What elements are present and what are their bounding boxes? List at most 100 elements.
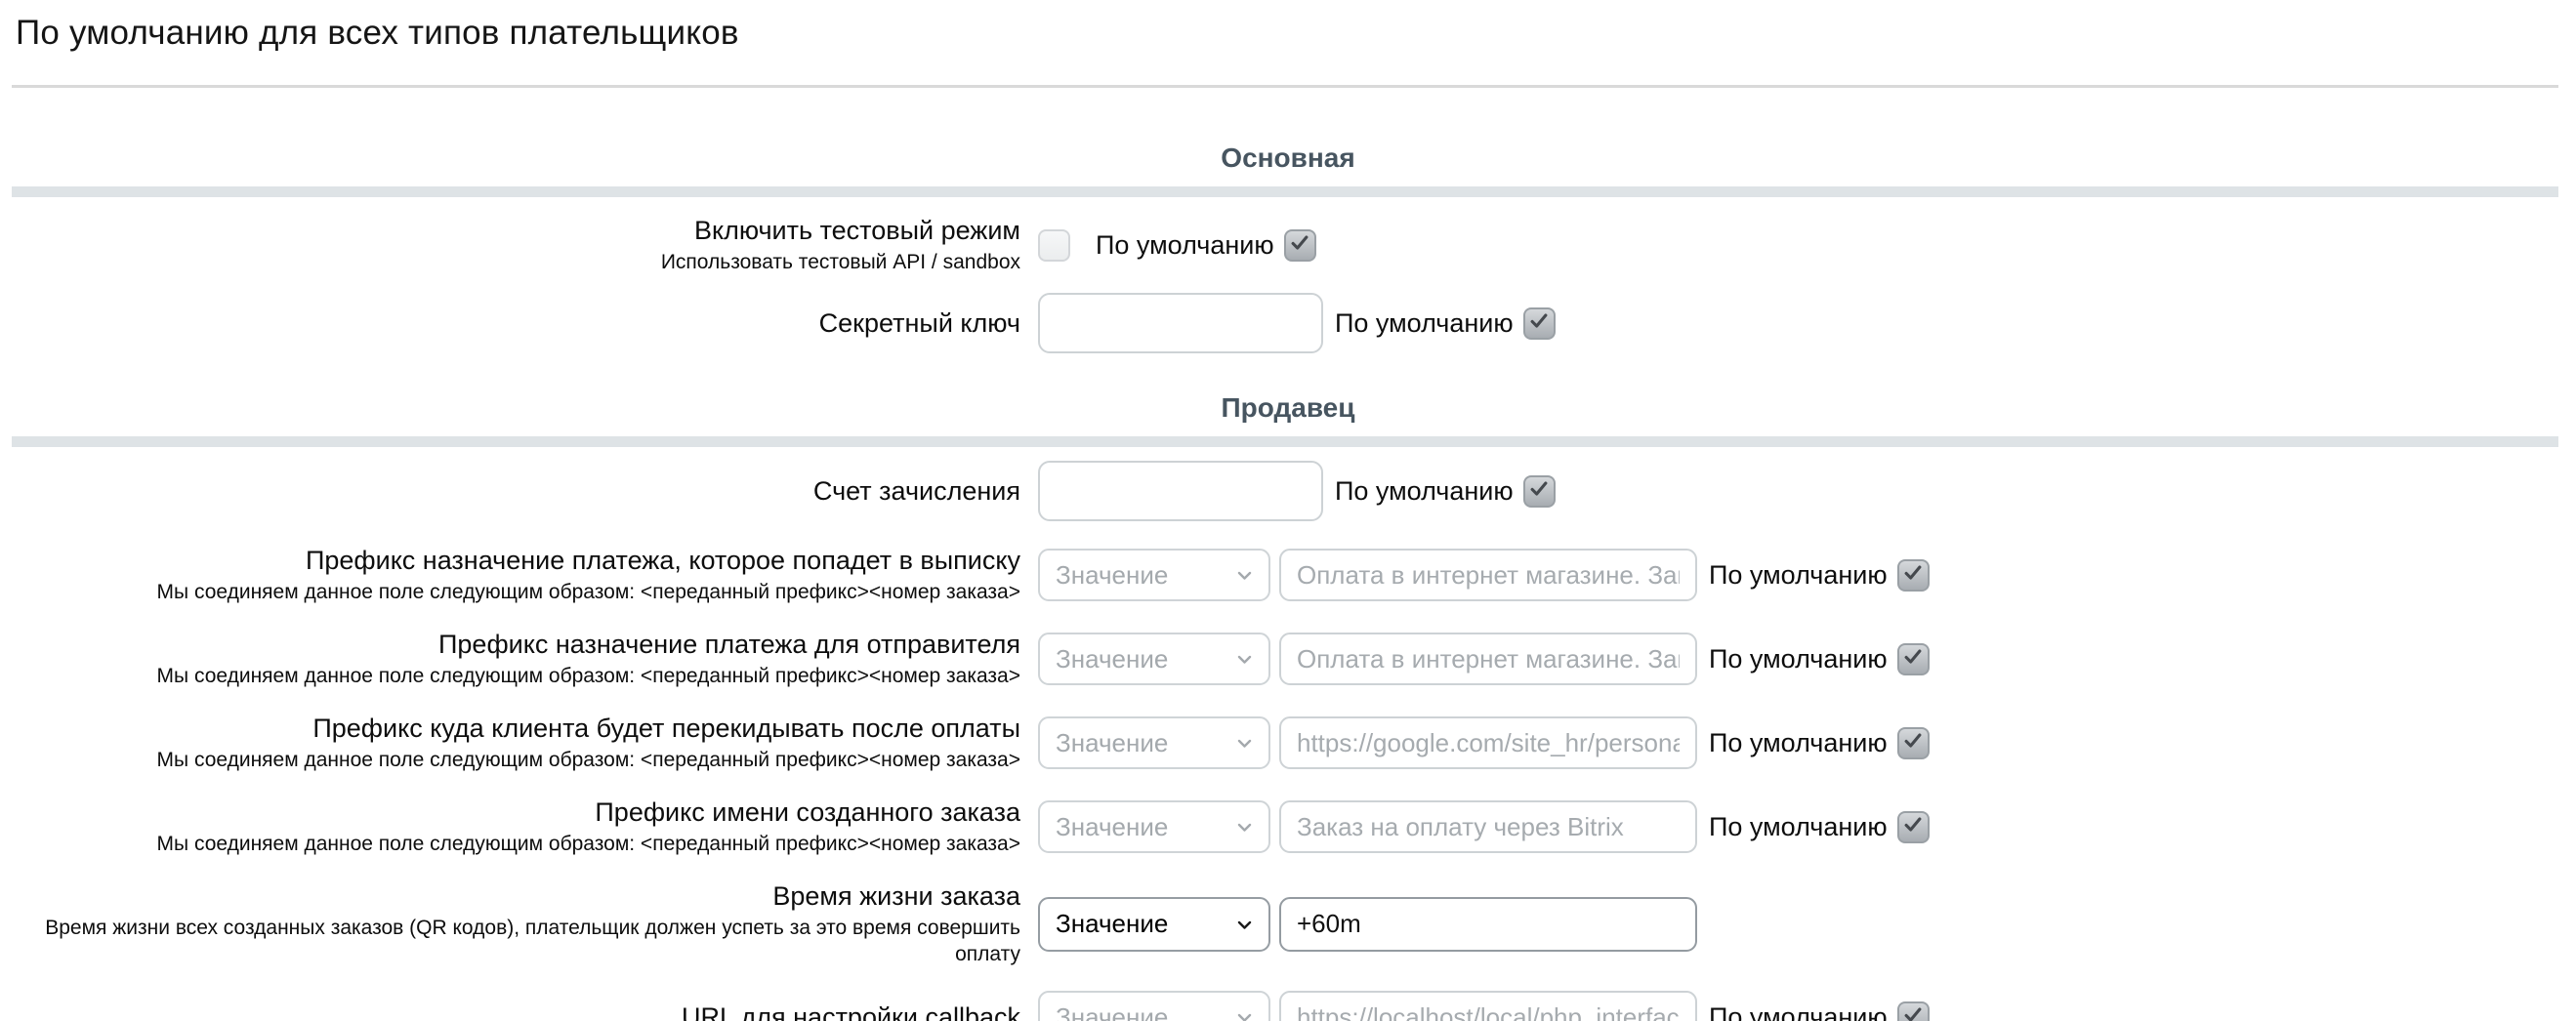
checkmark-icon [1528,478,1550,505]
value-type-select[interactable]: Значение [1038,549,1270,601]
default-toggle-group: По умолчанию [1709,811,1930,843]
chevron-down-icon [1232,563,1256,587]
field-control-cell: Значение По умолчанию [1038,549,1930,601]
field-control-cell: Значение По умолчанию [1038,716,1930,769]
checkmark-icon [1902,814,1924,840]
checkmark-icon [1902,562,1924,589]
form-row-prefix-statement: Префикс назначение платежа, которое попа… [0,545,2576,605]
section-title-seller: Продавец [0,392,2576,424]
checkmark-icon [1902,646,1924,673]
field-sublabel: Мы соединяем данное поле следующим образ… [0,579,1020,605]
field-control-cell: По умолчанию [1038,229,1316,262]
field-control-cell: Значение [1038,897,1697,952]
chevron-down-icon [1232,731,1256,755]
default-checkbox[interactable] [1897,727,1930,759]
field-label-cell: URL для настройки callback [0,1001,1020,1021]
value-type-select[interactable]: Значение [1038,716,1270,769]
value-type-select[interactable]: Значение [1038,897,1270,952]
field-label-cell: Префикс имени созданного заказа Мы соеди… [0,796,1020,857]
value-type-select[interactable]: Значение [1038,991,1270,1021]
checkmark-icon [1528,310,1550,337]
field-label: Префикс назначение платежа для отправите… [0,629,1020,661]
field-control-cell: По умолчанию [1038,293,1556,353]
test-mode-checkbox[interactable] [1038,229,1070,262]
form-row-order-lifetime: Время жизни заказа Время жизни всех созд… [0,880,2576,967]
default-label: По умолчанию [1709,812,1888,842]
chevron-down-icon [1232,647,1256,671]
page-title: По умолчанию для всех типов плательщиков [16,14,2576,53]
field-control-cell: Значение По умолчанию [1038,800,1930,853]
checkmark-icon [1902,1004,1924,1021]
field-label: Префикс имени созданного заказа [0,796,1020,829]
default-checkbox[interactable] [1284,229,1316,262]
title-divider [12,85,2558,88]
select-value: Значение [1056,1002,1168,1021]
default-toggle-group: По умолчанию [1709,727,1930,759]
prefix-statement-input[interactable] [1279,549,1697,601]
default-toggle-group: По умолчанию [1335,307,1556,340]
field-label-cell: Секретный ключ [0,307,1020,340]
form-row-prefix-order-name: Префикс имени созданного заказа Мы соеди… [0,796,2576,857]
field-label: URL для настройки callback [0,1001,1020,1021]
field-label-cell: Префикс назначение платежа, которое попа… [0,545,1020,605]
default-label: По умолчанию [1096,230,1274,261]
default-label: По умолчанию [1709,1002,1888,1021]
form-row-secret-key: Секретный ключ По умолчанию [0,293,2576,353]
field-sublabel: Использовать тестовый API / sandbox [0,249,1020,275]
value-type-select[interactable]: Значение [1038,633,1270,685]
settings-page: По умолчанию для всех типов плательщиков… [0,0,2576,1021]
select-value: Значение [1056,812,1168,842]
field-sublabel: Мы соединяем данное поле следующим образ… [0,747,1020,773]
field-control-cell: Значение По умолчанию [1038,991,1930,1021]
default-checkbox[interactable] [1897,1001,1930,1021]
prefix-sender-input[interactable] [1279,633,1697,685]
field-label-cell: Счет зачисления [0,475,1020,508]
prefix-order-name-input[interactable] [1279,800,1697,853]
form-row-callback-url: URL для настройки callback Значение По у… [0,991,2576,1021]
default-checkbox[interactable] [1897,559,1930,592]
default-checkbox[interactable] [1897,811,1930,843]
select-value: Значение [1056,909,1168,939]
field-label: Счет зачисления [0,475,1020,508]
field-label: Префикс назначение платежа, которое попа… [0,545,1020,577]
default-label: По умолчанию [1335,476,1514,507]
field-label: Время жизни заказа [0,880,1020,913]
field-label-cell: Префикс назначение платежа для отправите… [0,629,1020,689]
chevron-down-icon [1232,815,1256,838]
field-control-cell: Значение По умолчанию [1038,633,1930,685]
form-row-test-mode: Включить тестовый режим Использовать тес… [0,215,2576,275]
default-toggle-group: По умолчанию [1096,229,1316,262]
field-label: Секретный ключ [0,307,1020,340]
default-checkbox[interactable] [1523,307,1556,340]
field-sublabel: Мы соединяем данное поле следующим образ… [0,663,1020,689]
default-label: По умолчанию [1709,644,1888,674]
field-sublabel: Мы соединяем данное поле следующим образ… [0,831,1020,857]
chevron-down-icon [1232,913,1256,936]
order-lifetime-input[interactable] [1279,897,1697,952]
default-toggle-group: По умолчанию [1709,643,1930,675]
chevron-down-icon [1232,1005,1256,1021]
value-type-select[interactable]: Значение [1038,800,1270,853]
select-value: Значение [1056,644,1168,674]
default-toggle-group: По умолчанию [1709,559,1930,592]
form-row-account: Счет зачисления По умолчанию [0,461,2576,521]
account-input[interactable] [1038,461,1323,521]
field-label: Префикс куда клиента будет перекидывать … [0,713,1020,745]
secret-key-input[interactable] [1038,293,1323,353]
default-toggle-group: По умолчанию [1335,475,1556,508]
field-control-cell: По умолчанию [1038,461,1556,521]
default-checkbox[interactable] [1523,475,1556,508]
callback-url-input[interactable] [1279,991,1697,1021]
section-title-main: Основная [0,143,2576,174]
select-value: Значение [1056,728,1168,758]
field-label-cell: Включить тестовый режим Использовать тес… [0,215,1020,275]
default-checkbox[interactable] [1897,643,1930,675]
field-label-cell: Время жизни заказа Время жизни всех созд… [0,880,1020,967]
field-sublabel: Время жизни всех созданных заказов (QR к… [0,915,1020,967]
section-band-seller [12,436,2558,447]
form-row-prefix-redirect: Префикс куда клиента будет перекидывать … [0,713,2576,773]
field-label-cell: Префикс куда клиента будет перекидывать … [0,713,1020,773]
field-label: Включить тестовый режим [0,215,1020,247]
checkmark-icon [1289,232,1310,259]
prefix-redirect-input[interactable] [1279,716,1697,769]
